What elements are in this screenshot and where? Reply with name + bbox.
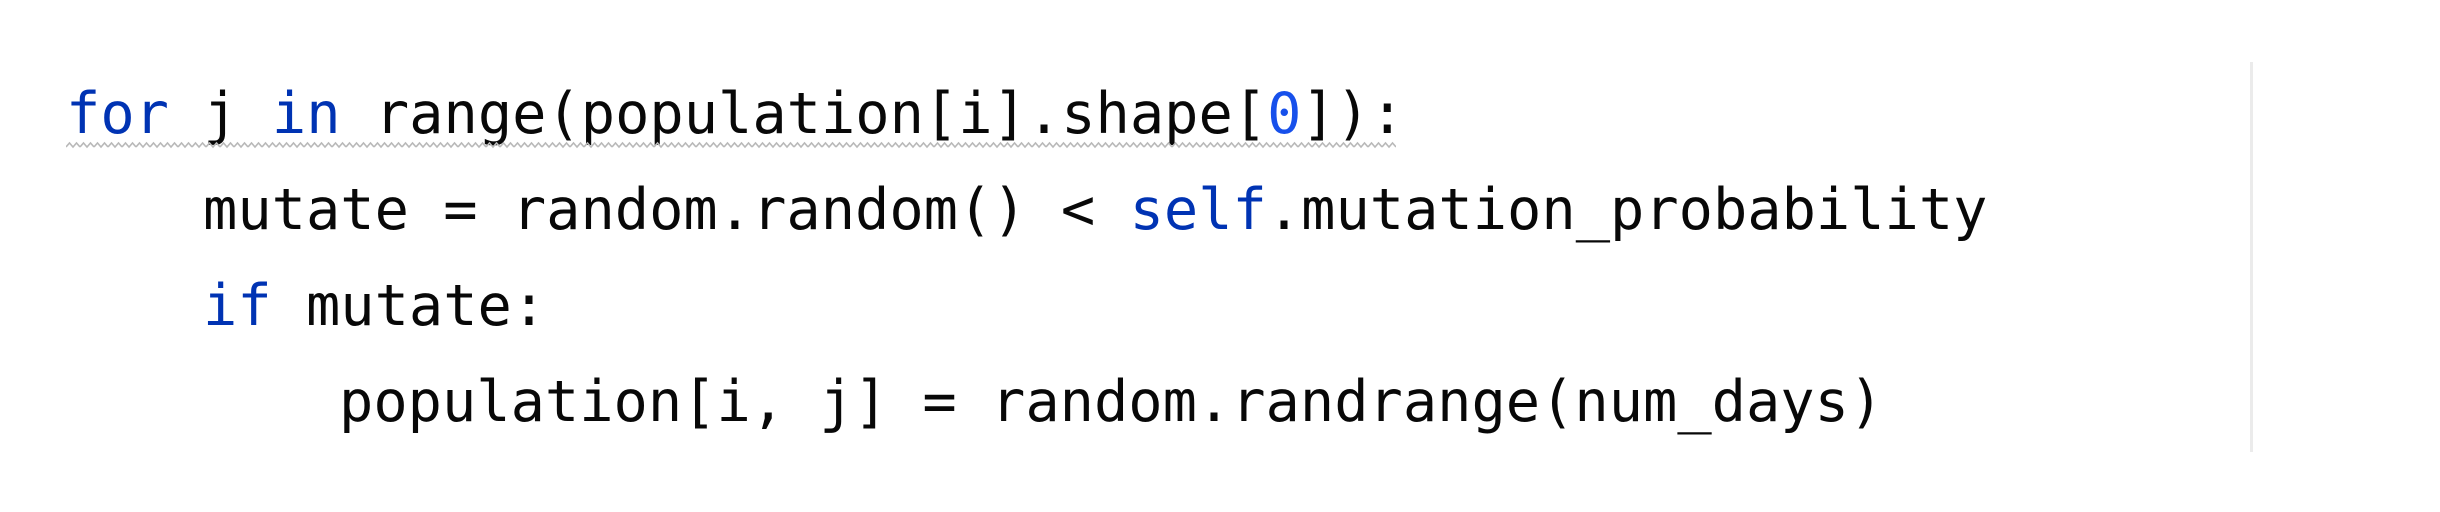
code-token: ]): (1301, 81, 1405, 147)
code-token: population[i, j] = random.randrange(num_… (339, 369, 1884, 435)
weak-warning-squiggle[interactable] (66, 140, 1396, 150)
code-editor[interactable]: for j in range(population[i].shape[0]): … (0, 0, 2440, 512)
code-line-2[interactable]: mutate = random.random() < self.mutation… (203, 162, 1988, 258)
right-margin-guide (2250, 62, 2253, 452)
code-token: .mutation_probability (1266, 177, 1988, 243)
keyword-for: for (66, 81, 169, 147)
code-token: mutate: (271, 273, 547, 339)
code-line-4[interactable]: population[i, j] = random.randrange(num_… (339, 354, 1883, 450)
number-literal: 0 (1267, 81, 1302, 147)
keyword-in: in (271, 81, 341, 147)
keyword-if: if (203, 273, 272, 339)
code-token: mutate = random.random() < (203, 177, 1130, 243)
code-token: range(population[i].shape[ (340, 81, 1268, 147)
code-line-3[interactable]: if mutate: (203, 258, 546, 354)
keyword-self: self (1129, 177, 1267, 243)
code-token: j (168, 81, 272, 147)
